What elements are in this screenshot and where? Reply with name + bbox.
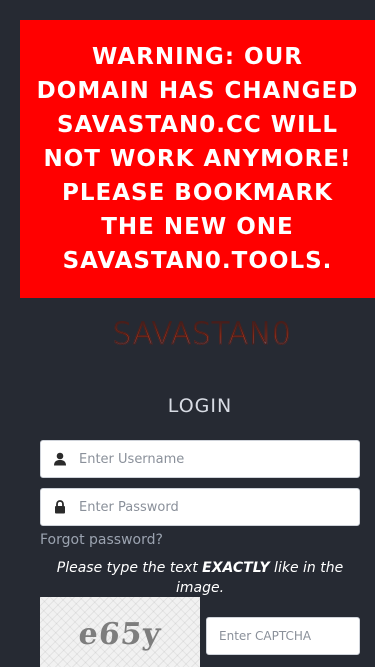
site-logo: SAVASTAN0	[112, 314, 292, 354]
captcha-instructions-emphasis: EXACTLY	[202, 560, 270, 576]
user-icon	[41, 441, 79, 477]
lock-icon	[41, 489, 79, 525]
login-page: WARNING: OUR DOMAIN HAS CHANGED SAVASTAN…	[0, 0, 375, 667]
captcha-code: e65y	[76, 616, 163, 652]
captcha-instructions: Please type the text EXACTLY like in the…	[40, 558, 360, 598]
logo-text: SAVASTAN0	[112, 316, 292, 352]
domain-warning-banner: WARNING: OUR DOMAIN HAS CHANGED SAVASTAN…	[20, 20, 375, 298]
username-input[interactable]	[79, 442, 349, 476]
lock-icon-svg	[55, 500, 65, 514]
captcha-instructions-prefix: Please type the text	[56, 560, 203, 576]
user-icon-svg	[54, 452, 66, 466]
captcha-field[interactable]	[206, 617, 360, 655]
login-title: LOGIN	[167, 395, 233, 417]
username-field[interactable]	[40, 440, 360, 478]
warning-text: WARNING: OUR DOMAIN HAS CHANGED SAVASTAN…	[36, 44, 359, 274]
captcha-image: e65y	[40, 597, 200, 667]
forgot-password-link[interactable]: Forgot password?	[40, 532, 163, 548]
password-input[interactable]	[79, 490, 349, 524]
password-field[interactable]	[40, 488, 360, 526]
captcha-input[interactable]	[219, 619, 349, 653]
